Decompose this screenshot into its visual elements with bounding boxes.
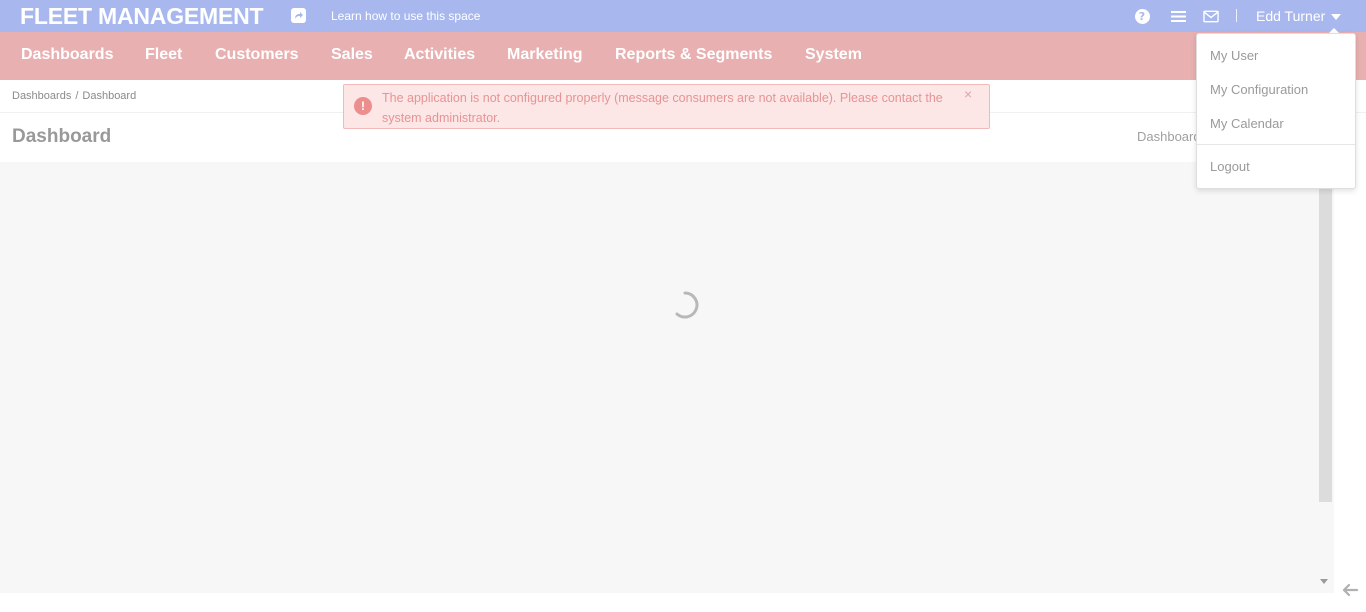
nav-item-dashboards[interactable]: Dashboards (21, 46, 113, 64)
menu-icon[interactable] (1170, 8, 1186, 24)
menu-item-my-configuration[interactable]: My Configuration (1210, 82, 1308, 97)
back-arrow-icon[interactable] (1340, 580, 1360, 600)
nav-item-reports-segments[interactable]: Reports & Segments (615, 46, 772, 64)
close-icon[interactable]: × (964, 86, 972, 102)
alert-message: The application is not configured proper… (382, 91, 943, 125)
topbar-divider (1236, 9, 1237, 22)
main-navigation: Dashboards Fleet Customers Sales Activit… (0, 32, 1366, 80)
spinner-icon (670, 290, 700, 320)
nav-item-customers[interactable]: Customers (215, 46, 299, 64)
nav-item-sales[interactable]: Sales (331, 46, 373, 64)
dropdown-divider (1197, 144, 1355, 145)
top-header: FLEET MANAGEMENT Learn how to use this s… (0, 0, 1366, 32)
user-menu-toggle[interactable]: Edd Turner (1256, 8, 1342, 24)
user-dropdown-menu: My User My Configuration My Calendar Log… (1196, 33, 1356, 189)
chevron-down-icon (1331, 13, 1342, 20)
breadcrumb-separator: / (75, 90, 79, 102)
nav-item-activities[interactable]: Activities (404, 46, 475, 64)
user-name: Edd Turner (1256, 8, 1326, 24)
breadcrumb-item-dashboard[interactable]: Dashboard (82, 90, 136, 102)
page-title: Dashboard (12, 126, 112, 147)
nav-item-fleet[interactable]: Fleet (145, 46, 182, 64)
error-alert: ! The application is not configured prop… (343, 84, 990, 129)
breadcrumb: Dashboards / Dashboard (12, 90, 136, 102)
error-icon: ! (354, 97, 372, 115)
learn-link[interactable]: Learn how to use this space (331, 9, 480, 23)
share-icon[interactable] (291, 8, 306, 23)
breadcrumb-item-dashboards[interactable]: Dashboards (12, 90, 71, 102)
app-title[interactable]: FLEET MANAGEMENT (20, 3, 264, 30)
menu-item-my-calendar[interactable]: My Calendar (1210, 116, 1284, 131)
scroll-down-arrow-icon[interactable] (1320, 579, 1328, 584)
help-icon[interactable]: ? (1134, 8, 1150, 24)
menu-item-my-user[interactable]: My User (1210, 48, 1258, 63)
nav-item-system[interactable]: System (805, 46, 862, 64)
vertical-scrollbar[interactable] (1319, 162, 1332, 502)
dashboard-content-area (0, 162, 1334, 593)
footer-strip (0, 593, 1334, 612)
dashboard-selector[interactable]: Dashboard (1137, 129, 1201, 144)
mail-icon[interactable] (1203, 8, 1219, 24)
nav-item-marketing[interactable]: Marketing (507, 46, 583, 64)
help-symbol: ? (1134, 8, 1150, 24)
menu-item-logout[interactable]: Logout (1210, 159, 1250, 174)
